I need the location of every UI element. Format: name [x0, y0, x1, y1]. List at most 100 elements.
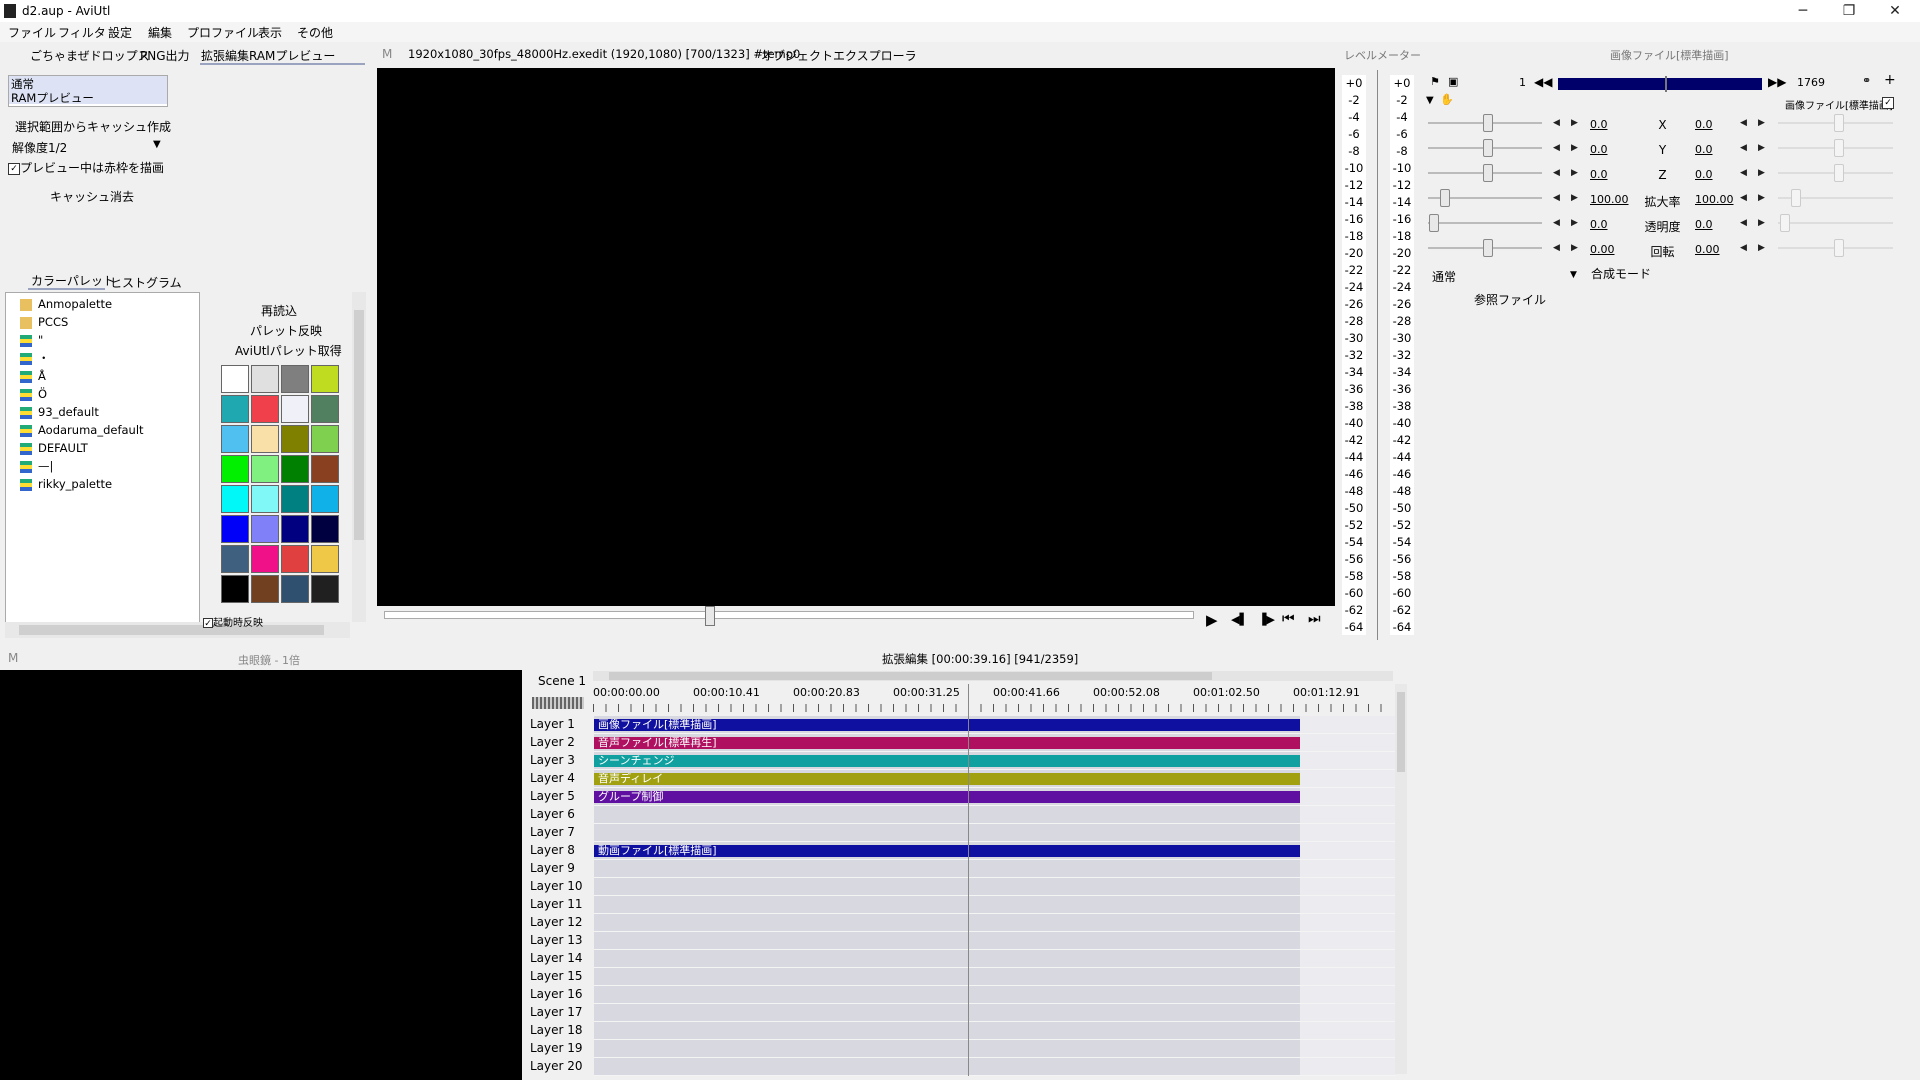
layer-row[interactable]: [594, 1058, 1396, 1076]
zoom-slider[interactable]: [532, 697, 584, 709]
palette-swatch[interactable]: [221, 485, 249, 513]
timeline-object[interactable]: 音声ファイル[標準再生]: [594, 737, 1300, 749]
decrement-icon[interactable]: ◀: [1553, 168, 1560, 178]
time-ruler[interactable]: 00:00:00.00 00:00:10.41 00:00:20.83 00:00:3…: [593, 684, 1403, 714]
palette-swatch[interactable]: [221, 455, 249, 483]
layer-label[interactable]: Layer 17: [530, 1005, 590, 1019]
param-slider-thumb[interactable]: [1834, 164, 1844, 182]
layer-label[interactable]: Layer 1: [530, 717, 590, 731]
frame-range-bar[interactable]: [1558, 76, 1762, 92]
param-right-value[interactable]: 0.0: [1695, 218, 1713, 231]
layer-empty-area[interactable]: [1300, 752, 1396, 769]
palette-swatch[interactable]: [251, 485, 279, 513]
palette-swatch[interactable]: [251, 545, 279, 573]
palette-horizontal-scrollbar[interactable]: [5, 622, 350, 638]
decrement-icon[interactable]: ◀: [1553, 118, 1560, 128]
fast-forward-icon[interactable]: ▶▶: [1768, 75, 1786, 89]
palette-swatch[interactable]: [221, 425, 249, 453]
layer-row[interactable]: [594, 860, 1396, 878]
palette-swatch[interactable]: [311, 485, 339, 513]
palette-swatch[interactable]: [251, 515, 279, 543]
preview-mode-ram[interactable]: RAMプレビュー: [9, 90, 167, 105]
param-slider-thumb[interactable]: [1791, 189, 1801, 207]
resolution-select[interactable]: 解像度1/2: [12, 139, 67, 156]
scrollbar-thumb[interactable]: [1397, 692, 1405, 772]
layer-empty-area[interactable]: [1300, 914, 1396, 931]
seek-thumb[interactable]: [705, 606, 715, 626]
palette-swatch[interactable]: [251, 455, 279, 483]
increment-icon[interactable]: ▶: [1758, 243, 1765, 253]
layer-row[interactable]: [594, 932, 1396, 950]
layer-row[interactable]: [594, 1004, 1396, 1022]
link-icon[interactable]: ⚭: [1862, 74, 1871, 87]
tree-item-default[interactable]: DEFAULT: [20, 439, 88, 457]
param-slider-thumb[interactable]: [1483, 114, 1493, 132]
layer-empty-area[interactable]: [1300, 842, 1396, 859]
layer-label[interactable]: Layer 4: [530, 771, 590, 785]
layer-label[interactable]: Layer 16: [530, 987, 590, 1001]
layer-label[interactable]: Layer 18: [530, 1023, 590, 1037]
maximize-button[interactable]: ❐: [1826, 0, 1872, 22]
reference-file-button[interactable]: 参照ファイル: [1474, 291, 1546, 308]
increment-icon[interactable]: ▶: [1758, 143, 1765, 153]
scene-selector[interactable]: Scene 1: [538, 674, 586, 688]
layer-empty-area[interactable]: [1300, 860, 1396, 877]
tab-color-palette[interactable]: カラーパレット: [31, 272, 115, 289]
palette-swatch[interactable]: [221, 395, 249, 423]
minimize-button[interactable]: ─: [1780, 0, 1826, 22]
timeline-object[interactable]: 音声ディレイ: [594, 773, 1300, 785]
prev-frame-button[interactable]: ◀▌: [1231, 613, 1248, 626]
preview-mode-list[interactable]: 通常 RAMプレビュー: [8, 75, 168, 107]
tree-item-rikky-palette[interactable]: rikky_palette: [20, 475, 112, 493]
layer-label[interactable]: Layer 6: [530, 807, 590, 821]
menu-edit[interactable]: 編集: [148, 24, 172, 41]
palette-swatch[interactable]: [281, 425, 309, 453]
layer-row[interactable]: [594, 914, 1396, 932]
decrement-icon[interactable]: ◀: [1740, 243, 1747, 253]
layer-label[interactable]: Layer 8: [530, 843, 590, 857]
layer-empty-area[interactable]: [1300, 896, 1396, 913]
layer-row[interactable]: [594, 896, 1396, 914]
increment-icon[interactable]: ▶: [1571, 218, 1578, 228]
increment-icon[interactable]: ▶: [1571, 143, 1578, 153]
startup-apply-option[interactable]: ✓起動時反映: [203, 614, 263, 629]
scrollbar-thumb[interactable]: [354, 310, 364, 540]
layer-row[interactable]: [594, 824, 1396, 842]
tree-item-pccs[interactable]: PCCS: [20, 313, 68, 331]
palette-swatch[interactable]: [281, 515, 309, 543]
layer-label[interactable]: Layer 15: [530, 969, 590, 983]
layer-row[interactable]: [594, 950, 1396, 968]
param-slider-thumb[interactable]: [1429, 214, 1439, 232]
param-slider-thumb[interactable]: [1834, 139, 1844, 157]
palette-swatch[interactable]: [281, 365, 309, 393]
palette-vertical-scrollbar[interactable]: [352, 292, 366, 622]
palette-swatch[interactable]: [281, 395, 309, 423]
create-cache-button[interactable]: 選択範囲からキャッシュ作成: [15, 118, 171, 135]
object-explorer-tab[interactable]: オブジェクトエクスプローラ: [761, 47, 917, 64]
layer-empty-area[interactable]: [1300, 950, 1396, 967]
startup-apply-checkbox[interactable]: ✓: [203, 618, 213, 629]
layer-label[interactable]: Layer 2: [530, 735, 590, 749]
apply-palette-button[interactable]: パレット反映: [250, 322, 322, 339]
layer-empty-area[interactable]: [1300, 968, 1396, 985]
layer-row[interactable]: [594, 878, 1396, 896]
increment-icon[interactable]: ▶: [1758, 168, 1765, 178]
palette-swatch[interactable]: [311, 365, 339, 393]
layer-empty-area[interactable]: [1300, 1004, 1396, 1021]
param-slider-thumb[interactable]: [1834, 239, 1844, 257]
add-filter-icon[interactable]: +: [1884, 72, 1896, 88]
param-slider-thumb[interactable]: [1483, 239, 1493, 257]
layer-empty-area[interactable]: [1300, 716, 1396, 733]
increment-icon[interactable]: ▶: [1571, 243, 1578, 253]
layer-row[interactable]: [594, 1040, 1396, 1058]
tree-item-93-default[interactable]: 93_default: [20, 403, 99, 421]
timeline-h-scrollbar[interactable]: [593, 671, 1393, 681]
seek-bar[interactable]: [384, 606, 1194, 626]
rewind-icon[interactable]: ◀◀: [1534, 75, 1552, 89]
menu-filter[interactable]: フィルタ: [58, 24, 106, 41]
go-end-button[interactable]: ⏭: [1308, 611, 1321, 627]
tree-item-4[interactable]: ・: [20, 349, 50, 367]
magnifier-view[interactable]: [0, 670, 522, 1080]
layer-label[interactable]: Layer 11: [530, 897, 590, 911]
menu-view[interactable]: 表示: [258, 24, 282, 41]
